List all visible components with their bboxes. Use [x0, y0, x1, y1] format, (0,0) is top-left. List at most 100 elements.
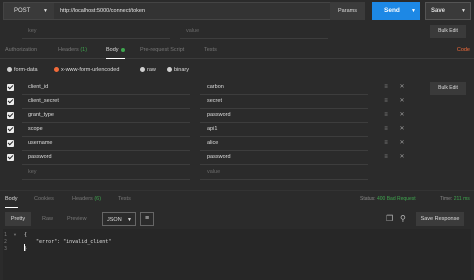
params-button[interactable]: Params	[330, 2, 365, 20]
line-number: 1	[4, 232, 8, 238]
delete-icon[interactable]: ✕	[398, 126, 406, 133]
divider	[200, 164, 368, 165]
key-input[interactable]: password	[28, 151, 52, 164]
time-label: Time:	[440, 196, 453, 202]
radio-label: raw	[147, 67, 156, 73]
delete-icon[interactable]: ✕	[398, 140, 406, 147]
radio-raw[interactable]: raw	[140, 66, 156, 74]
form-row: username alice ≡ ✕	[0, 137, 474, 151]
code-line: {	[24, 232, 28, 238]
tab-label: Body	[5, 196, 18, 202]
tab-label: Headers	[72, 196, 93, 202]
save-response-button[interactable]: Save Response	[416, 212, 464, 226]
bulk-edit-button[interactable]: Bulk Edit	[430, 25, 466, 38]
value-input[interactable]: password	[207, 109, 231, 122]
new-form-row: key value	[0, 166, 474, 180]
divider	[180, 38, 328, 39]
copy-icon[interactable]: ❐	[386, 214, 395, 223]
preview-button[interactable]: Preview	[67, 212, 87, 226]
chevron-down-icon: ▼	[127, 217, 132, 223]
response-toolbar: Pretty Raw Preview JSON ▼ ≡ ❐ ⚲ Save Res…	[0, 210, 474, 228]
drag-handle-icon[interactable]: ≡	[382, 126, 390, 133]
request-tabs: Authorization Headers (1) Body Pre-reque…	[0, 42, 474, 59]
divider	[200, 179, 368, 180]
radio-form-data[interactable]: form-data	[7, 66, 38, 74]
headers-count: (6)	[94, 196, 102, 202]
row-checkbox[interactable]	[7, 140, 14, 147]
drag-handle-icon[interactable]: ≡	[382, 140, 390, 147]
delete-icon[interactable]: ✕	[398, 112, 406, 119]
key-input[interactable]: username	[28, 137, 52, 150]
drag-handle-icon[interactable]: ≡	[382, 154, 390, 161]
pretty-button[interactable]: Pretty	[5, 212, 31, 226]
response-tabs: Body Cookies Headers (6) Tests Status: 4…	[0, 190, 474, 208]
radio-selected-icon	[54, 67, 59, 73]
row-checkbox[interactable]	[7, 126, 14, 133]
drag-handle-icon[interactable]: ≡	[382, 84, 390, 91]
tab-authorization[interactable]: Authorization	[5, 42, 37, 58]
radio-x-www-form-urlencoded[interactable]: x-www-form-urlencoded	[54, 66, 119, 74]
save-button[interactable]: Save ▼	[425, 2, 471, 20]
form-row: scope api1 ≡ ✕	[0, 123, 474, 137]
response-tab-cookies[interactable]: Cookies	[34, 191, 54, 207]
code-line: "error": "invalid_client"	[24, 239, 112, 245]
fold-arrow-icon[interactable]: ▼	[13, 232, 17, 237]
value-input[interactable]: carbon	[207, 81, 224, 94]
tab-headers[interactable]: Headers (1)	[58, 42, 87, 58]
text-cursor	[24, 244, 25, 251]
method-select[interactable]: POST ▼	[4, 3, 54, 19]
raw-button[interactable]: Raw	[42, 212, 53, 226]
key-input[interactable]: grant_type	[28, 109, 54, 122]
tab-pre-request-script[interactable]: Pre-request Script	[140, 42, 184, 58]
header-value-input[interactable]: value	[186, 28, 199, 34]
key-input[interactable]: client_id	[28, 81, 48, 94]
tab-tests[interactable]: Tests	[204, 42, 217, 58]
save-label: Save	[431, 8, 446, 14]
value-input[interactable]: password	[207, 151, 231, 164]
search-icon[interactable]: ⚲	[400, 214, 409, 223]
delete-icon[interactable]: ✕	[398, 84, 406, 91]
row-checkbox[interactable]	[7, 154, 14, 161]
radio-label: form-data	[14, 67, 38, 73]
response-tab-body[interactable]: Body	[5, 191, 18, 208]
radio-binary[interactable]: binary	[167, 66, 189, 74]
new-value-input[interactable]: value	[207, 166, 220, 179]
response-tab-headers[interactable]: Headers (6)	[72, 191, 101, 207]
value-input[interactable]: secret	[207, 95, 222, 108]
form-row: client_secret secret ≡ ✕	[0, 95, 474, 109]
response-tab-tests[interactable]: Tests	[118, 191, 131, 207]
radio-icon	[7, 67, 12, 73]
form-row: password password ≡ ✕	[0, 151, 474, 165]
row-checkbox[interactable]	[7, 84, 14, 91]
header-key-input[interactable]: key	[28, 28, 37, 34]
delete-icon[interactable]: ✕	[398, 98, 406, 105]
drag-handle-icon[interactable]: ≡	[382, 112, 390, 119]
response-editor[interactable]	[3, 229, 471, 280]
radio-label: x-www-form-urlencoded	[61, 67, 120, 73]
url-bar	[3, 2, 365, 20]
tab-label: Pre-request Script	[140, 47, 185, 53]
tab-body[interactable]: Body	[106, 42, 125, 59]
new-key-input[interactable]: key	[28, 166, 37, 179]
send-button[interactable]: Send ▼	[372, 2, 420, 20]
chevron-down-icon[interactable]: ▼	[411, 2, 416, 20]
drag-handle-icon[interactable]: ≡	[382, 98, 390, 105]
key-input[interactable]: client_secret	[28, 95, 59, 108]
row-checkbox[interactable]	[7, 98, 14, 105]
row-checkbox[interactable]	[7, 112, 14, 119]
code-link[interactable]: Code	[457, 42, 470, 58]
value-input[interactable]: alice	[207, 137, 218, 150]
value-input[interactable]: api1	[207, 123, 217, 136]
chevron-down-icon[interactable]: ▼	[461, 3, 466, 19]
send-label: Send	[384, 7, 400, 14]
key-input[interactable]: scope	[28, 123, 43, 136]
tab-label: Cookies	[34, 196, 54, 202]
url-input[interactable]: http://localhost:5000/connect/token	[60, 3, 145, 19]
divider	[22, 38, 170, 39]
language-select[interactable]: JSON ▼	[102, 212, 136, 226]
wrap-lines-icon[interactable]: ≡	[140, 212, 154, 226]
language-label: JSON	[107, 217, 122, 223]
radio-label: binary	[174, 67, 189, 73]
divider	[22, 179, 190, 180]
delete-icon[interactable]: ✕	[398, 154, 406, 161]
